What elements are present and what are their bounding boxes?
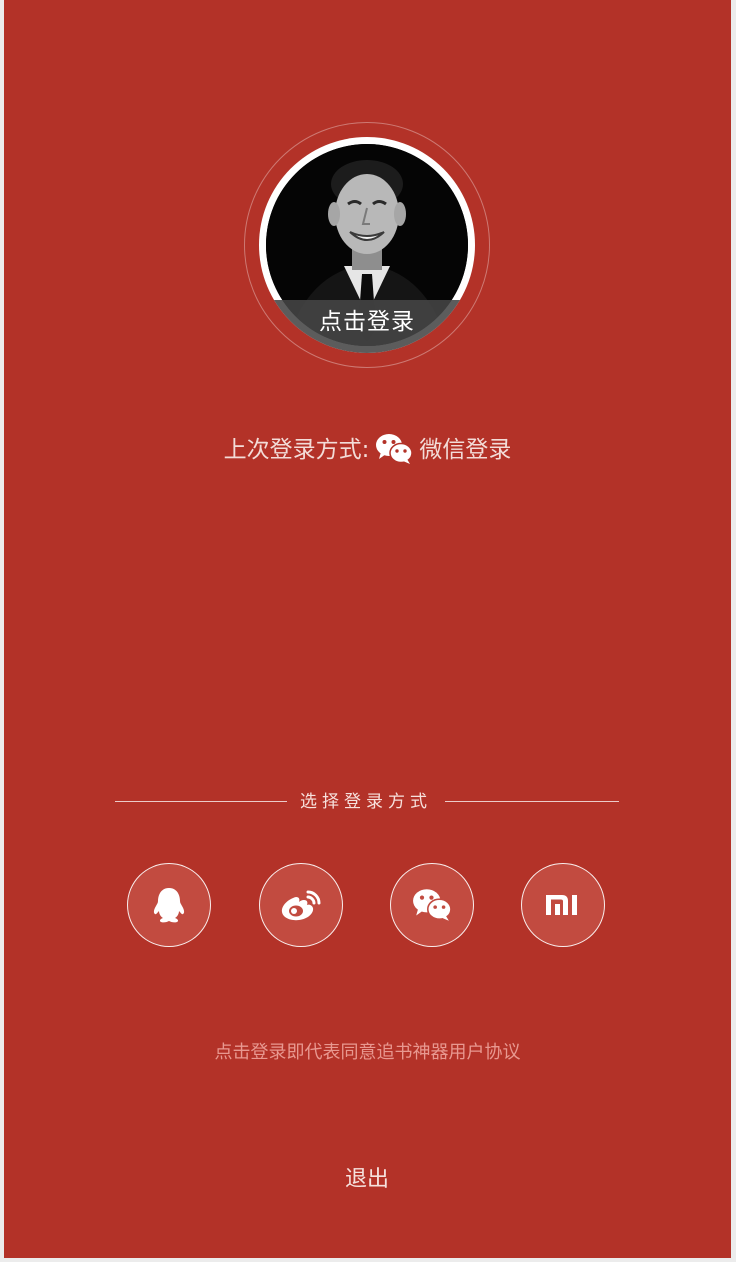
exit-button[interactable]: 退出 <box>317 1162 417 1198</box>
login-screen: 点击登录 上次登录方式: 微信登录 选择登录方式 点击登录即代表同意追书神器用户… <box>4 0 731 1258</box>
last-login-label: 上次登录方式: <box>223 437 370 463</box>
last-login-info: 上次登录方式: 微信登录 <box>4 432 731 469</box>
avatar-caption: 点击登录 <box>259 300 475 353</box>
xiaomi-login-button[interactable] <box>521 863 605 947</box>
mi-icon <box>546 895 577 915</box>
last-login-method: 微信登录 <box>419 437 512 463</box>
divider-line-right <box>445 801 619 802</box>
wechat-icon <box>375 433 414 465</box>
divider-line-left <box>115 801 287 802</box>
qq-login-button[interactable] <box>127 863 211 947</box>
login-method-title: 选择登录方式 <box>300 792 432 812</box>
qq-icon <box>153 888 185 923</box>
user-agreement-link[interactable]: 点击登录即代表同意追书神器用户协议 <box>4 1038 731 1068</box>
wechat-icon <box>413 889 452 921</box>
login-method-divider: 选择登录方式 <box>115 786 619 818</box>
wechat-login-button[interactable] <box>390 863 474 947</box>
weibo-login-button[interactable] <box>259 863 343 947</box>
avatar-login-button[interactable]: 点击登录 <box>259 137 475 353</box>
weibo-icon <box>281 890 321 921</box>
